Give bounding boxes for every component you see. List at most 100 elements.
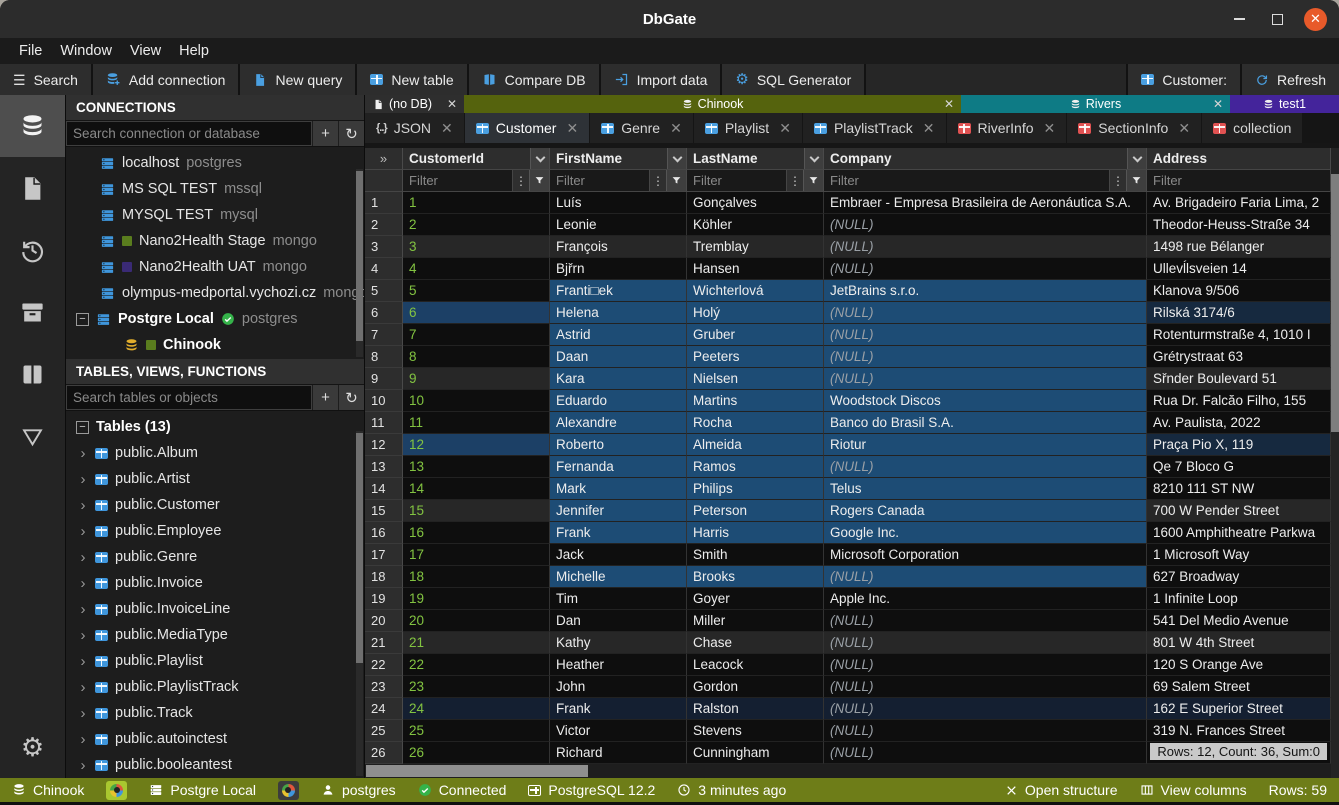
cell-company[interactable]: (NULL) <box>824 346 1147 368</box>
cell-company[interactable]: Microsoft Corporation <box>824 544 1147 566</box>
cell-lastname[interactable]: Nielsen <box>687 368 824 390</box>
table-item-public-playlist[interactable]: ›public.Playlist <box>66 648 364 674</box>
tables-scrollbar[interactable] <box>356 431 363 776</box>
cell-customerid[interactable]: 17 <box>403 544 550 566</box>
cell-customerid[interactable]: 26 <box>403 742 550 764</box>
expand-all-icon[interactable]: » <box>365 148 403 170</box>
cell-firstname[interactable]: Daan <box>550 346 687 368</box>
close-tab-group-icon[interactable]: ✕ <box>1213 97 1223 111</box>
sidebar-widget-filter-triangle[interactable] <box>0 405 65 467</box>
table-item-public-genre[interactable]: ›public.Genre <box>66 544 364 570</box>
close-tab-icon[interactable]: ✕ <box>1178 120 1190 137</box>
table-item-public-invoice[interactable]: ›public.Invoice <box>66 570 364 596</box>
cell-lastname[interactable]: Gordon <box>687 676 824 698</box>
cell-lastname[interactable]: Philips <box>687 478 824 500</box>
row-number[interactable]: 23 <box>365 676 403 698</box>
tab-sectioninfo[interactable]: SectionInfo✕ <box>1067 113 1201 143</box>
filter-menu-button[interactable]: ⋮ <box>649 170 666 191</box>
row-number[interactable]: 21 <box>365 632 403 654</box>
row-number[interactable]: 25 <box>365 720 403 742</box>
chevron-right-icon[interactable]: › <box>78 601 88 618</box>
cell-customerid[interactable]: 5 <box>403 280 550 302</box>
cell-customerid[interactable]: 25 <box>403 720 550 742</box>
cell-firstname[interactable]: Jack <box>550 544 687 566</box>
minimize-button[interactable] <box>1228 8 1250 30</box>
cell-company[interactable]: (NULL) <box>824 742 1147 764</box>
table-item-public-playlisttrack[interactable]: ›public.PlaylistTrack <box>66 674 364 700</box>
cell-customerid[interactable]: 21 <box>403 632 550 654</box>
connection-item-olympus-medportal-vychozi-cz[interactable]: olympus-medportal.vychozi.czmongo <box>66 280 364 306</box>
cell-customerid[interactable]: 13 <box>403 456 550 478</box>
filter-input[interactable] <box>403 170 512 191</box>
cell-company[interactable]: Telus <box>824 478 1147 500</box>
cell-address[interactable]: 1498 rue Bélanger <box>1147 236 1331 258</box>
tables-group[interactable]: −Tables (13) <box>66 414 364 440</box>
cell-company[interactable]: Banco do Brasil S.A. <box>824 412 1147 434</box>
cell-firstname[interactable]: Victor <box>550 720 687 742</box>
cell-firstname[interactable]: Alexandre <box>550 412 687 434</box>
cell-lastname[interactable]: Chase <box>687 632 824 654</box>
cell-address[interactable]: Rua Dr. Falcăo Filho, 155 <box>1147 390 1331 412</box>
close-tab-icon[interactable]: ✕ <box>923 120 935 137</box>
cell-customerid[interactable]: 6 <box>403 302 550 324</box>
connections-refresh-button[interactable]: ↻ <box>338 121 364 146</box>
cell-lastname[interactable]: Cunningham <box>687 742 824 764</box>
cell-firstname[interactable]: Franti□ek <box>550 280 687 302</box>
tables-add-button[interactable]: + <box>312 385 338 410</box>
cell-lastname[interactable]: Holý <box>687 302 824 324</box>
cell-company[interactable]: (NULL) <box>824 566 1147 588</box>
cell-firstname[interactable]: Luís <box>550 192 687 214</box>
cell-address[interactable]: Rotenturmstraße 4, 1010 I <box>1147 324 1331 346</box>
table-item-public-track[interactable]: ›public.Track <box>66 700 364 726</box>
row-number[interactable]: 5 <box>365 280 403 302</box>
row-number[interactable]: 20 <box>365 610 403 632</box>
table-item-public-invoiceline[interactable]: ›public.InvoiceLine <box>66 596 364 622</box>
new-table-button[interactable]: New table <box>357 64 466 95</box>
table-item-public-autoinctest[interactable]: ›public.autoinctest <box>66 726 364 752</box>
connection-item-nano2health-stage[interactable]: Nano2Health Stagemongo <box>66 228 364 254</box>
cell-firstname[interactable]: Richard <box>550 742 687 764</box>
cell-firstname[interactable]: Frank <box>550 698 687 720</box>
cell-customerid[interactable]: 23 <box>403 676 550 698</box>
cell-company[interactable]: Embraer - Empresa Brasileira de Aeronáut… <box>824 192 1147 214</box>
cell-address[interactable]: 627 Broadway <box>1147 566 1331 588</box>
row-number[interactable]: 26 <box>365 742 403 764</box>
cell-company[interactable]: (NULL) <box>824 698 1147 720</box>
menu-file[interactable]: File <box>10 43 51 59</box>
cell-lastname[interactable]: Goyer <box>687 588 824 610</box>
filter-menu-button[interactable]: ⋮ <box>1109 170 1126 191</box>
column-header-firstname[interactable]: FirstName <box>550 148 687 170</box>
status-view-columns[interactable]: View columns <box>1140 782 1247 798</box>
cell-customerid[interactable]: 15 <box>403 500 550 522</box>
close-tab-icon[interactable]: ✕ <box>566 120 578 137</box>
close-tab-icon[interactable]: ✕ <box>1044 120 1056 137</box>
cell-lastname[interactable]: Gonçalves <box>687 192 824 214</box>
cell-customerid[interactable]: 1 <box>403 192 550 214</box>
cell-firstname[interactable]: François <box>550 236 687 258</box>
close-tab-icon[interactable]: ✕ <box>441 120 453 137</box>
column-dropdown-button[interactable] <box>804 148 823 169</box>
cell-address[interactable]: Theodor-Heuss-Straße 34 <box>1147 214 1331 236</box>
cell-address[interactable]: 8210 111 ST NW <box>1147 478 1331 500</box>
connections-search-input[interactable] <box>66 121 312 146</box>
refresh-button[interactable]: Refresh <box>1242 64 1339 95</box>
cell-address[interactable]: 1 Infinite Loop <box>1147 588 1331 610</box>
cell-company[interactable]: (NULL) <box>824 236 1147 258</box>
menu-help[interactable]: Help <box>170 43 218 59</box>
close-button[interactable]: ✕ <box>1304 8 1327 31</box>
cell-firstname[interactable]: Mark <box>550 478 687 500</box>
row-number[interactable]: 16 <box>365 522 403 544</box>
table-item-public-artist[interactable]: ›public.Artist <box>66 466 364 492</box>
cell-customerid[interactable]: 16 <box>403 522 550 544</box>
tab-group-rivers[interactable]: Rivers✕ <box>961 95 1230 113</box>
cell-company[interactable]: (NULL) <box>824 676 1147 698</box>
cell-address[interactable]: 541 Del Medio Avenue <box>1147 610 1331 632</box>
horizontal-scrollbar[interactable] <box>365 764 1331 778</box>
tab-group-no-db[interactable]: (no DB)✕ <box>365 95 464 113</box>
cell-customerid[interactable]: 9 <box>403 368 550 390</box>
collapse-box-icon[interactable]: − <box>76 313 89 326</box>
status-chinook[interactable]: Chinook <box>12 782 84 798</box>
cell-company[interactable]: (NULL) <box>824 720 1147 742</box>
cell-lastname[interactable]: Brooks <box>687 566 824 588</box>
table-item-public-customer[interactable]: ›public.Customer <box>66 492 364 518</box>
